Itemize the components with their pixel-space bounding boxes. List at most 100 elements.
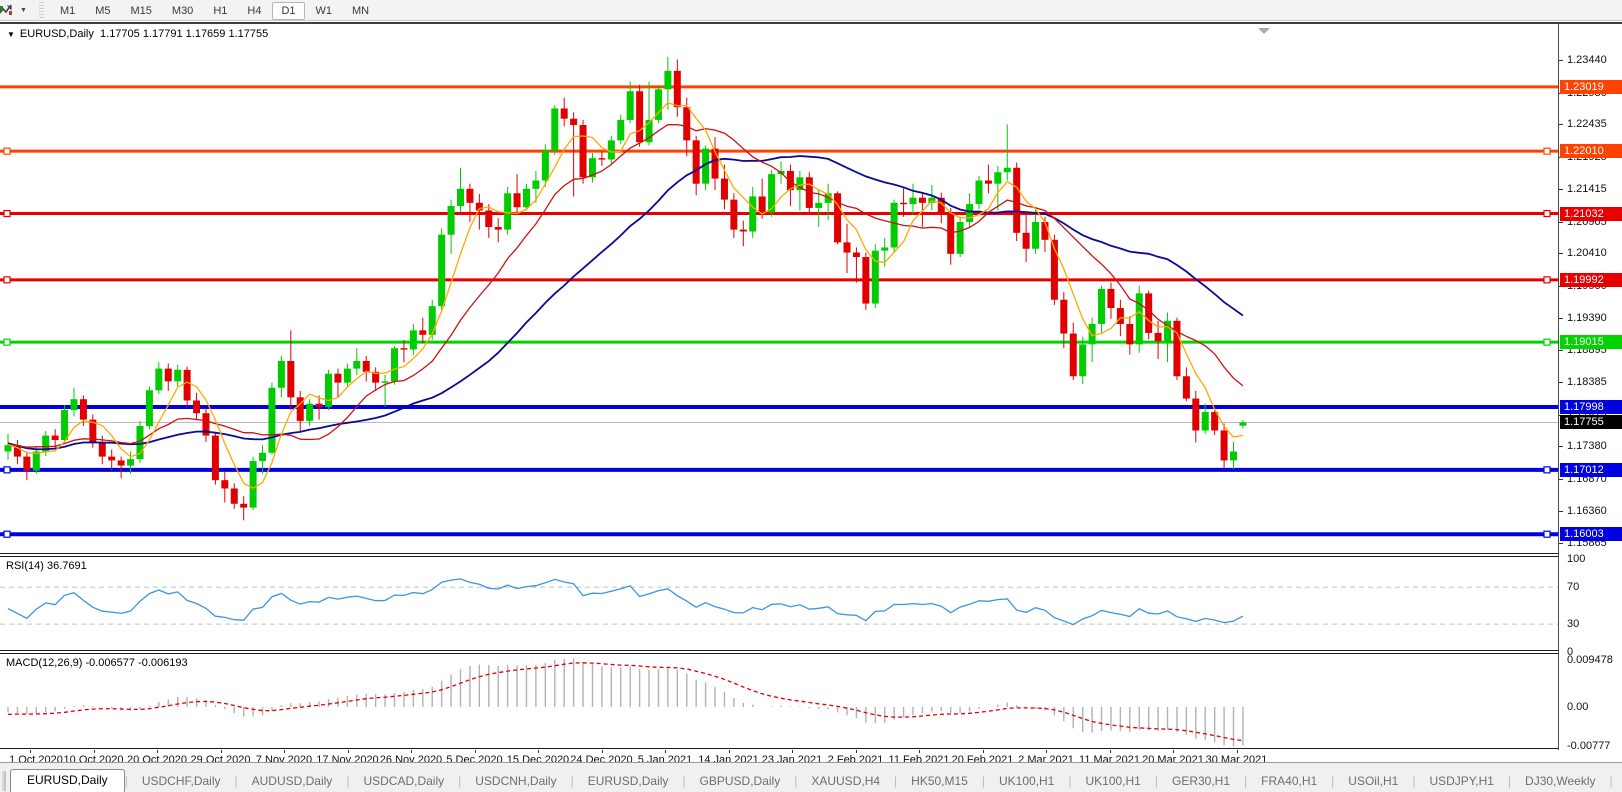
timeframe-button-m30[interactable]: M30	[163, 2, 202, 20]
date-tick-mark	[475, 750, 476, 753]
price-tick-mark	[1559, 350, 1563, 351]
date-tick-mark	[538, 750, 539, 753]
timeframe-button-m5[interactable]: M5	[86, 2, 119, 20]
date-tick-mark	[1110, 750, 1111, 753]
tab-usoil-h1[interactable]: USOil,H1	[1334, 771, 1412, 792]
price-tick-mark	[1559, 222, 1563, 223]
symbol-period-label: EURUSD,Daily	[20, 28, 94, 40]
date-tick-mark	[411, 750, 412, 753]
indicator-tool-icon[interactable]	[0, 2, 18, 18]
rsi-scale-70: 70	[1567, 581, 1579, 593]
macd-indicator-label: MACD(12,26,9) -0.006577 -0.006193	[6, 657, 188, 669]
date-tick-mark	[665, 750, 666, 753]
tab-xauusd-h4[interactable]: XAUUSD,H4	[797, 771, 894, 792]
date-tick-mark	[30, 750, 31, 753]
macd-pane[interactable]: MACD(12,26,9) -0.006577 -0.006193	[0, 654, 1558, 749]
tab-usdcad-daily[interactable]: USDCAD,Daily	[349, 771, 458, 792]
toolbar-drag-handle[interactable]	[39, 2, 44, 18]
date-tick-mark	[856, 750, 857, 753]
date-tick-mark	[792, 750, 793, 753]
price-tag-1.21032: 1.21032	[1560, 207, 1622, 221]
price-tick-mark	[1559, 60, 1563, 61]
date-tick-mark	[221, 750, 222, 753]
date-tick-mark	[284, 750, 285, 753]
macd-scale-0.00: 0.00	[1567, 701, 1588, 713]
tab-uk100-h1[interactable]: UK100,H1	[985, 771, 1068, 792]
main-price-pane[interactable]: ▼EURUSD,Daily 1.17705 1.17791 1.17659 1.…	[0, 24, 1558, 553]
timeframe-button-mn[interactable]: MN	[343, 2, 378, 20]
rsi-scale-100: 100	[1567, 553, 1585, 565]
tabbar-drag-handle[interactable]	[2, 771, 6, 791]
chevron-down-icon[interactable]: ▼	[20, 7, 27, 14]
price-tick-mark	[1559, 382, 1563, 383]
price-tick-label: 1.16360	[1567, 505, 1607, 517]
price-tick-label: 1.21415	[1567, 183, 1607, 195]
price-tag-1.19992: 1.19992	[1560, 273, 1622, 287]
timeframe-buttons: M1M5M15M30H1H4D1W1MN	[50, 1, 379, 19]
price-tag-1.19015: 1.19015	[1560, 335, 1622, 349]
price-tag-1.17012: 1.17012	[1560, 463, 1622, 477]
price-tick-mark	[1559, 318, 1563, 319]
chart-shift-marker-icon	[1258, 28, 1270, 34]
rsi-scale-30: 30	[1567, 618, 1579, 630]
rsi-pane[interactable]: RSI(14) 36.7691	[0, 557, 1558, 650]
timeframe-button-w1[interactable]: W1	[307, 2, 342, 20]
tab-usdcnh-daily[interactable]: USDCNH,Daily	[461, 771, 570, 792]
price-tick-label: 1.23440	[1567, 54, 1607, 66]
macd-scale--0.00777: -0.00777	[1567, 740, 1610, 752]
chart-title-caret-icon[interactable]: ▼	[7, 30, 15, 39]
date-tick-mark	[602, 750, 603, 753]
date-tick-mark	[983, 750, 984, 753]
price-tick-mark	[1559, 479, 1563, 480]
tab-uk100-h1[interactable]: UK100,H1	[1071, 771, 1154, 792]
date-tick-mark	[94, 750, 95, 753]
chart-tab-bar: EURUSD,Daily|USDCHF,Daily|AUDUSD,Daily|U…	[0, 762, 1622, 792]
date-tick-mark	[919, 750, 920, 753]
date-tick-mark	[1237, 750, 1238, 753]
price-tick-label: 1.17380	[1567, 440, 1607, 452]
price-tick-mark	[1559, 189, 1563, 190]
chart-window: ▼EURUSD,Daily 1.17705 1.17791 1.17659 1.…	[0, 22, 1622, 748]
rsi-line	[8, 579, 1243, 625]
timeframe-button-m1[interactable]: M1	[51, 2, 84, 20]
timeframe-button-h1[interactable]: H1	[204, 2, 236, 20]
tab-china300-h1[interactable]: CHINA300,H1	[1613, 771, 1622, 792]
price-tick-label: 1.19390	[1567, 312, 1607, 324]
tab-dj30-weekly[interactable]: DJ30,Weekly	[1511, 771, 1609, 792]
date-tick-mark	[1173, 750, 1174, 753]
price-tick-label: 1.22435	[1567, 118, 1607, 130]
price-axis[interactable]: 1.234401.229301.224351.219251.214151.209…	[1558, 24, 1622, 750]
tab-gbpusd-daily[interactable]: GBPUSD,Daily	[686, 771, 795, 792]
tab-ger30-h1[interactable]: GER30,H1	[1158, 771, 1244, 792]
tab-audusd-daily[interactable]: AUDUSD,Daily	[238, 771, 347, 792]
price-tick-mark	[1559, 124, 1563, 125]
tab-hk50-m15[interactable]: HK50,M15	[897, 771, 982, 792]
timeframe-toolbar: ▼ M1M5M15M30H1H4D1W1MN	[0, 0, 1622, 21]
tab-fra40-h1[interactable]: FRA40,H1	[1247, 771, 1331, 792]
price-tag-1.17998: 1.17998	[1560, 400, 1622, 414]
date-tick-mark	[729, 750, 730, 753]
price-tick-mark	[1559, 543, 1563, 544]
price-tag-1.22010: 1.22010	[1560, 144, 1622, 158]
current-price-tag: 1.17755	[1560, 415, 1622, 429]
price-tick-label: 1.20410	[1567, 247, 1607, 259]
tab-eurusd-daily[interactable]: EURUSD,Daily	[574, 771, 683, 792]
timeframe-button-h4[interactable]: H4	[238, 2, 270, 20]
price-tick-mark	[1559, 446, 1563, 447]
timeframe-button-d1[interactable]: D1	[272, 2, 304, 20]
macd-histogram	[8, 658, 1243, 746]
tab-eurusd-daily[interactable]: EURUSD,Daily	[10, 769, 125, 792]
date-tick-mark	[1046, 750, 1047, 753]
price-tick-mark	[1559, 253, 1563, 254]
candlesticks	[5, 57, 1247, 521]
price-tick-mark	[1559, 511, 1563, 512]
tab-usdchf-daily[interactable]: USDCHF,Daily	[128, 771, 235, 792]
price-tag-1.23019: 1.23019	[1560, 80, 1622, 94]
timeframe-button-m15[interactable]: M15	[122, 2, 161, 20]
chart-title: ▼EURUSD,Daily 1.17705 1.17791 1.17659 1.…	[7, 28, 268, 40]
macd-signal-line	[8, 663, 1243, 741]
rsi-indicator-label: RSI(14) 36.7691	[6, 560, 87, 572]
date-tick-mark	[157, 750, 158, 753]
tab-usdjpy-h1[interactable]: USDJPY,H1	[1415, 771, 1507, 792]
date-tick-mark	[348, 750, 349, 753]
